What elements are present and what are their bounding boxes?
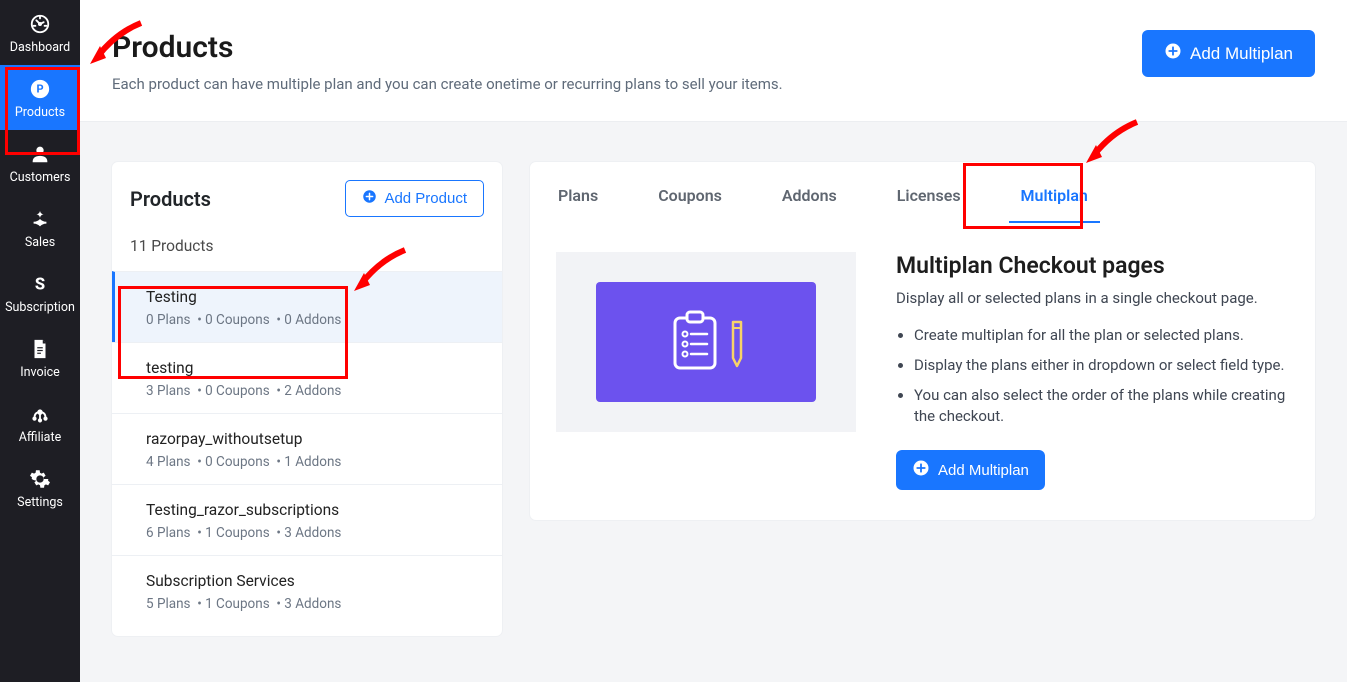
plus-circle-icon: [1164, 42, 1182, 65]
button-label: Add Multiplan: [1190, 44, 1293, 64]
product-name: razorpay_withoutsetup: [146, 430, 484, 448]
clipboard-icon: [669, 310, 725, 374]
affiliate-icon: [28, 402, 52, 426]
content: Products Add Product 11 Products Testing…: [80, 122, 1347, 636]
product-meta: 4 Plans • 0 Coupons • 1 Addons: [146, 454, 484, 470]
settings-icon: [28, 467, 52, 491]
products-panel-title: Products: [130, 187, 211, 211]
bullet: Create multiplan for all the plan or sel…: [914, 325, 1289, 347]
pen-icon: [731, 314, 743, 370]
product-list: Testing 0 Plans • 0 Coupons • 0 Addons t…: [112, 271, 502, 626]
button-label: Add Multiplan: [938, 462, 1029, 479]
sidebar-item-sales[interactable]: Sales: [0, 195, 80, 260]
page-header: Products Each product can have multiple …: [80, 0, 1347, 122]
sidebar-label: Settings: [17, 495, 63, 510]
sidebar-label: Invoice: [20, 365, 60, 380]
tabs: Plans Coupons Addons Licenses Multiplan: [556, 180, 1289, 224]
sidebar-item-settings[interactable]: Settings: [0, 455, 80, 520]
multiplan-bullets: Create multiplan for all the plan or sel…: [896, 325, 1289, 428]
sales-icon: [28, 207, 52, 231]
sidebar-item-products[interactable]: P Products: [0, 65, 80, 130]
product-meta: 5 Plans • 1 Coupons • 3 Addons: [146, 596, 484, 612]
sidebar-item-subscription[interactable]: S Subscription: [0, 260, 80, 325]
bullet: Display the plans either in dropdown or …: [914, 355, 1289, 377]
sidebar-item-affiliate[interactable]: Affiliate: [0, 390, 80, 455]
plus-circle-icon: [912, 459, 930, 481]
page-subtitle: Each product can have multiple plan and …: [112, 75, 783, 93]
products-panel: Products Add Product 11 Products Testing…: [112, 162, 502, 636]
product-row[interactable]: Testing 0 Plans • 0 Coupons • 0 Addons: [112, 271, 502, 342]
tab-coupons[interactable]: Coupons: [656, 180, 724, 223]
sidebar-label: Affiliate: [19, 430, 61, 445]
detail-panel: Plans Coupons Addons Licenses Multiplan: [530, 162, 1315, 520]
product-row[interactable]: razorpay_withoutsetup 4 Plans • 0 Coupon…: [112, 413, 502, 484]
product-name: Testing_razor_subscriptions: [146, 501, 484, 519]
plus-circle-icon: [362, 189, 377, 208]
product-name: testing: [146, 359, 484, 377]
product-row[interactable]: Subscription Services 5 Plans • 1 Coupon…: [112, 555, 502, 626]
main: Products Each product can have multiple …: [80, 0, 1347, 682]
tab-addons[interactable]: Addons: [780, 180, 839, 223]
sidebar-item-invoice[interactable]: Invoice: [0, 325, 80, 390]
product-meta: 3 Plans • 0 Coupons • 2 Addons: [146, 383, 484, 399]
product-meta: 6 Plans • 1 Coupons • 3 Addons: [146, 525, 484, 541]
multiplan-description: Display all or selected plans in a singl…: [896, 289, 1289, 307]
add-multiplan-button-secondary[interactable]: Add Multiplan: [896, 450, 1045, 490]
sidebar-label: Subscription: [5, 300, 75, 315]
sidebar-item-dashboard[interactable]: Dashboard: [0, 0, 80, 65]
multiplan-title: Multiplan Checkout pages: [896, 252, 1289, 279]
subscription-icon: S: [28, 272, 52, 296]
bullet: You can also select the order of the pla…: [914, 385, 1289, 429]
invoice-icon: [28, 337, 52, 361]
page-title: Products: [112, 30, 783, 65]
dashboard-icon: [28, 12, 52, 36]
svg-text:S: S: [35, 276, 45, 295]
add-product-button[interactable]: Add Product: [345, 180, 484, 217]
multiplan-section: Multiplan Checkout pages Display all or …: [556, 252, 1289, 490]
sidebar-label: Customers: [10, 170, 71, 185]
tab-licenses[interactable]: Licenses: [895, 180, 963, 223]
product-name: Testing: [146, 288, 484, 306]
product-name: Subscription Services: [146, 572, 484, 590]
multiplan-illustration: [556, 252, 856, 432]
sidebar-item-customers[interactable]: Customers: [0, 130, 80, 195]
products-icon: P: [28, 77, 52, 101]
product-meta: 0 Plans • 0 Coupons • 0 Addons: [146, 312, 484, 328]
customers-icon: [28, 142, 52, 166]
sidebar-label: Sales: [25, 235, 55, 250]
sidebar-label: Dashboard: [10, 40, 70, 55]
tab-plans[interactable]: Plans: [556, 180, 600, 223]
sidebar: Dashboard P Products Customers Sales S S…: [0, 0, 80, 682]
product-row[interactable]: Testing_razor_subscriptions 6 Plans • 1 …: [112, 484, 502, 555]
add-multiplan-button[interactable]: Add Multiplan: [1142, 30, 1315, 77]
sidebar-label: Products: [15, 105, 65, 120]
tab-multiplan[interactable]: Multiplan: [1019, 180, 1090, 223]
product-row[interactable]: testing 3 Plans • 0 Coupons • 2 Addons: [112, 342, 502, 413]
button-label: Add Product: [384, 190, 467, 207]
svg-text:P: P: [36, 83, 43, 96]
products-count: 11 Products: [112, 237, 502, 271]
